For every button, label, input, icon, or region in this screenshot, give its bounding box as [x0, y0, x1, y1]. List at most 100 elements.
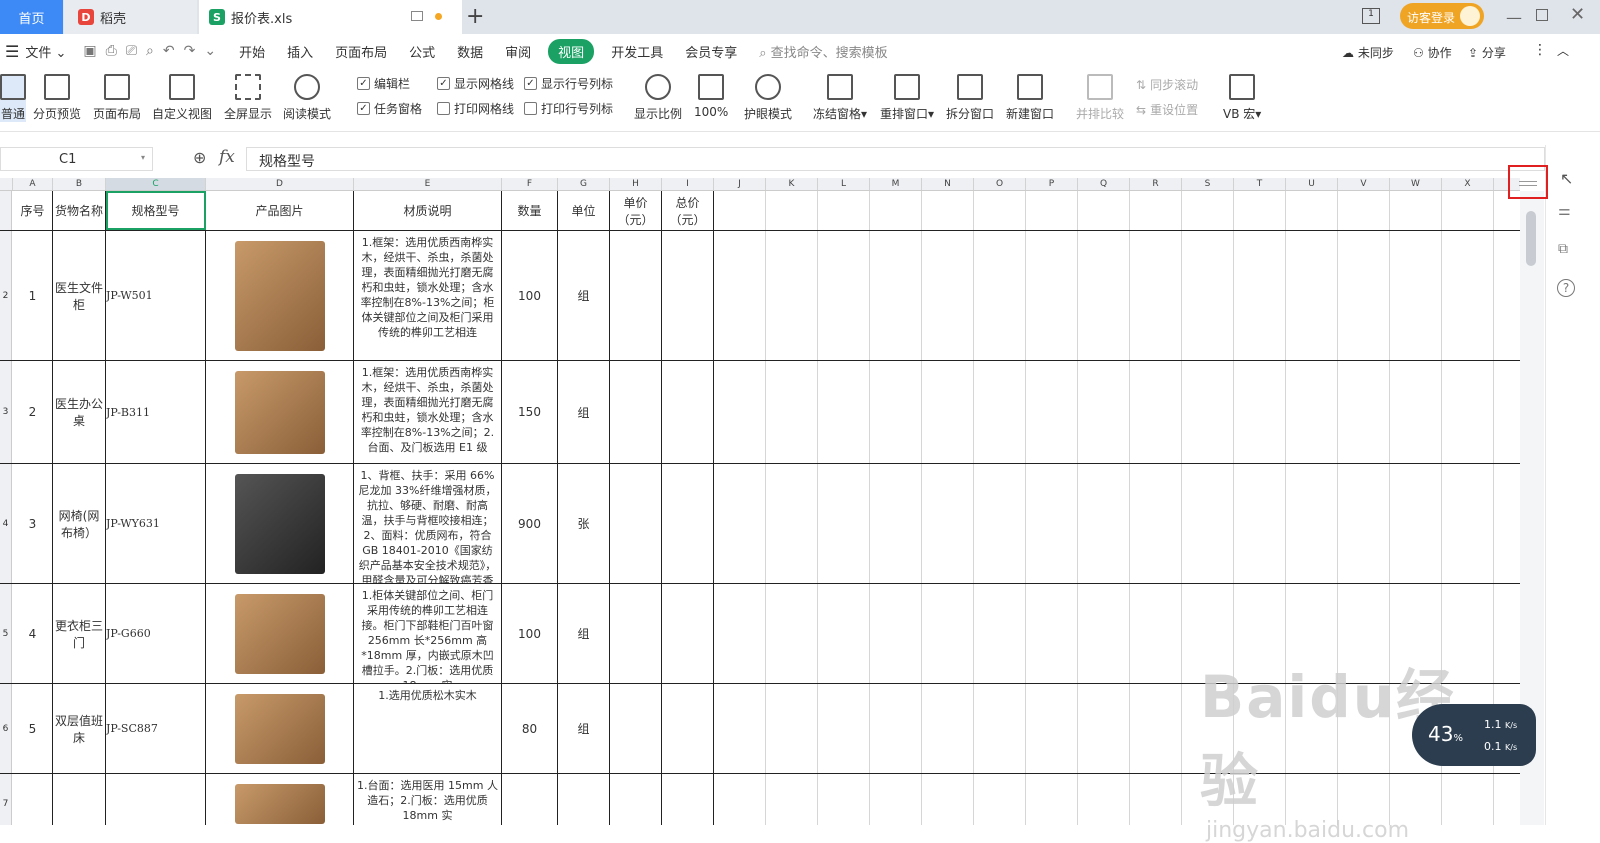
empty-cell[interactable]: [1130, 774, 1182, 825]
column-header-o[interactable]: O: [974, 178, 1026, 190]
empty-cell[interactable]: [818, 684, 870, 773]
menu-start[interactable]: 开始: [228, 42, 276, 61]
qty-cell[interactable]: 100: [502, 584, 558, 683]
empty-cell[interactable]: [974, 231, 1026, 360]
crop-icon[interactable]: ⧉: [1558, 241, 1568, 257]
fullscreen-button[interactable]: 全屏显示: [224, 74, 272, 122]
header-cell-seq[interactable]: 序号: [13, 191, 53, 230]
qty-cell[interactable]: 150: [502, 361, 558, 463]
empty-cell[interactable]: [1182, 464, 1234, 583]
empty-cell[interactable]: [1286, 231, 1338, 360]
total-cell[interactable]: [662, 774, 714, 825]
row-number[interactable]: 6: [0, 684, 12, 773]
formula-input[interactable]: 规格型号: [246, 147, 1545, 171]
column-header-a[interactable]: A: [13, 178, 53, 190]
empty-cell[interactable]: [1130, 584, 1182, 683]
save-icon[interactable]: ▣: [83, 43, 96, 59]
material-cell[interactable]: 1.框架：选用优质西南桦实木，经烘干、杀虫，杀菌处理，表面精细抛光打磨无腐朽和虫…: [354, 231, 502, 360]
model-cell[interactable]: [106, 774, 206, 825]
empty-cell[interactable]: [1078, 361, 1130, 463]
empty-cell[interactable]: [1390, 191, 1442, 230]
model-cell[interactable]: JP-WY631: [106, 464, 206, 583]
empty-cell[interactable]: [1078, 684, 1130, 773]
print-icon[interactable]: ⎚: [126, 43, 137, 59]
column-header-t[interactable]: T: [1234, 178, 1286, 190]
material-cell[interactable]: 1.框架：选用优质西南桦实木，经烘干、杀虫，杀菌处理，表面精细抛光打磨无腐朽和虫…: [354, 361, 502, 463]
empty-cell[interactable]: [870, 684, 922, 773]
menu-page-layout[interactable]: 页面布局: [324, 42, 398, 61]
empty-cell[interactable]: [714, 231, 766, 360]
header-cell-name[interactable]: 货物名称: [53, 191, 106, 230]
name-cell[interactable]: 医生办公桌: [53, 361, 106, 463]
compare-side-by-side-button[interactable]: 并排比较: [1076, 74, 1124, 122]
empty-cell[interactable]: [974, 584, 1026, 683]
new-tab-plus-icon[interactable]: +: [466, 4, 484, 29]
unit-price-cell[interactable]: [610, 684, 662, 773]
header-cell-material[interactable]: 材质说明: [354, 191, 502, 230]
empty-cell[interactable]: [1234, 361, 1286, 463]
empty-cell[interactable]: [1182, 361, 1234, 463]
sync-status[interactable]: ☁ 未同步: [1342, 44, 1394, 61]
undo-icon[interactable]: ↶: [163, 43, 175, 59]
column-header-i[interactable]: I: [662, 178, 714, 190]
empty-cell[interactable]: [766, 774, 818, 825]
unit-price-cell[interactable]: [610, 231, 662, 360]
header-cell-unit[interactable]: 单位: [558, 191, 610, 230]
empty-cell[interactable]: [1026, 231, 1078, 360]
empty-cell[interactable]: [714, 584, 766, 683]
qty-cell[interactable]: [502, 774, 558, 825]
row-number[interactable]: 3: [0, 361, 12, 463]
tab-daoke[interactable]: D 稻壳: [64, 0, 197, 34]
empty-cell[interactable]: [1234, 231, 1286, 360]
menu-formula[interactable]: 公式: [398, 42, 446, 61]
empty-cell[interactable]: [1442, 231, 1494, 360]
empty-cell[interactable]: [870, 584, 922, 683]
empty-cell[interactable]: [1078, 231, 1130, 360]
empty-cell[interactable]: [1338, 191, 1390, 230]
vb-macro-button[interactable]: VB 宏▾: [1223, 74, 1261, 122]
help-icon[interactable]: ?: [1557, 279, 1575, 297]
column-header-r[interactable]: R: [1130, 178, 1182, 190]
check-formula-bar[interactable]: ✓ 编辑栏: [357, 75, 410, 92]
column-header-x[interactable]: X: [1442, 178, 1494, 190]
product-image-cell[interactable]: [206, 774, 354, 825]
tab-home[interactable]: 首页: [0, 0, 63, 34]
empty-cell[interactable]: [1026, 584, 1078, 683]
restore-icon[interactable]: [1536, 9, 1548, 21]
empty-cell[interactable]: [1390, 464, 1442, 583]
empty-cell[interactable]: [766, 361, 818, 463]
empty-cell[interactable]: [1286, 361, 1338, 463]
empty-cell[interactable]: [1390, 361, 1442, 463]
empty-cell[interactable]: [818, 774, 870, 825]
empty-cell[interactable]: [714, 684, 766, 773]
column-header-l[interactable]: L: [818, 178, 870, 190]
empty-cell[interactable]: [974, 684, 1026, 773]
row-number[interactable]: 2: [0, 231, 12, 360]
empty-cell[interactable]: [922, 191, 974, 230]
zoom-100-button[interactable]: 100%: [694, 74, 728, 119]
print-preview-icon[interactable]: ⌕: [146, 43, 154, 59]
menu-view[interactable]: 视图: [548, 38, 595, 64]
unit-price-cell[interactable]: [610, 361, 662, 463]
row-number[interactable]: 7: [0, 774, 12, 825]
unit-cell[interactable]: 张: [558, 464, 610, 583]
empty-cell[interactable]: [1130, 684, 1182, 773]
empty-cell[interactable]: [1078, 464, 1130, 583]
empty-cell[interactable]: [1026, 464, 1078, 583]
check-show-headers[interactable]: ✓ 显示行号列标: [524, 75, 613, 92]
row-number[interactable]: 5: [0, 584, 12, 683]
column-header-n[interactable]: N: [922, 178, 974, 190]
column-header-g[interactable]: G: [558, 178, 610, 190]
empty-cell[interactable]: [714, 361, 766, 463]
menu-data[interactable]: 数据: [446, 42, 494, 61]
empty-cell[interactable]: [714, 774, 766, 825]
close-icon[interactable]: ✕: [1570, 4, 1585, 25]
empty-cell[interactable]: [1442, 191, 1494, 230]
unit-cell[interactable]: 组: [558, 584, 610, 683]
empty-cell[interactable]: [1182, 231, 1234, 360]
seq-cell[interactable]: 3: [13, 464, 53, 583]
menu-developer[interactable]: 开发工具: [600, 42, 674, 61]
seq-cell[interactable]: 4: [13, 584, 53, 683]
command-search[interactable]: ⌕ 查找命令、搜索模板: [748, 42, 898, 61]
header-cell-qty[interactable]: 数量: [502, 191, 558, 230]
